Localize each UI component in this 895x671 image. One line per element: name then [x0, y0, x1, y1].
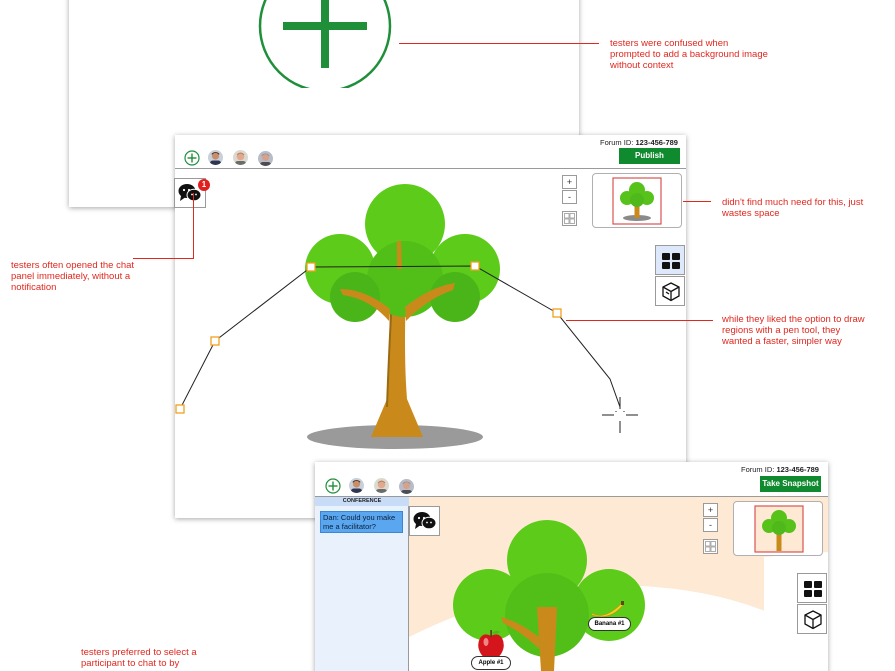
avatar[interactable] [208, 150, 223, 165]
banana-label[interactable]: Banana #1 [588, 617, 631, 631]
layout-tool-button[interactable] [655, 245, 685, 275]
forum-id-label: Forum ID: 123-456-789 [741, 465, 819, 474]
annotation-line [399, 43, 599, 44]
annotation-line [133, 258, 194, 259]
fit-view-icon [705, 541, 716, 552]
grid-layout-icon [662, 253, 680, 269]
annotation-line [683, 201, 711, 202]
forum-id-label: Forum ID: 123-456-789 [600, 138, 678, 147]
take-snapshot-button[interactable]: Take Snapshot [760, 476, 821, 492]
zoom-in-button[interactable]: + [703, 503, 718, 517]
add-participant-icon[interactable] [325, 478, 341, 494]
annotation-line [193, 193, 194, 259]
annotation-line [566, 320, 713, 321]
minimap-tree-thumbnail [754, 505, 804, 553]
layout-tool-button[interactable] [797, 573, 827, 603]
minimap[interactable] [733, 501, 823, 556]
zoom-out-button[interactable]: - [703, 518, 718, 532]
avatar[interactable] [374, 478, 389, 493]
avatar[interactable] [258, 151, 273, 166]
chat-icon [413, 512, 437, 530]
publish-button[interactable]: Publish [619, 148, 680, 164]
object-box-icon [662, 282, 680, 302]
apple-label[interactable]: Apple #1 [471, 656, 511, 670]
avatar[interactable] [399, 479, 414, 494]
annotation-participant-select: testers preferred to select a participan… [81, 647, 197, 669]
add-background-icon[interactable] [257, 0, 393, 88]
annotation-background-image: testers were confused when prompted to a… [610, 38, 768, 71]
annotation-chat-notification: testers often opened the chat panel imme… [11, 260, 135, 293]
fit-view-button[interactable] [703, 539, 718, 554]
chat-message: Dan: Could you make me a facilitator? [320, 511, 403, 533]
object-tool-button[interactable] [797, 604, 827, 634]
forum-id-value: 123-456-789 [635, 138, 678, 147]
banana-icon[interactable] [590, 599, 626, 619]
avatar[interactable] [233, 150, 248, 165]
object-tool-button[interactable] [655, 276, 685, 306]
object-box-icon [804, 610, 822, 630]
forum-id-caption: Forum ID: [600, 138, 634, 147]
avatar[interactable] [349, 478, 364, 493]
annotation-minimap: didn't find much need for this, just was… [722, 197, 864, 219]
forum-id-caption: Forum ID: [741, 465, 775, 474]
conference-header: CONFERENCE [315, 497, 409, 506]
add-participant-icon[interactable] [184, 150, 200, 166]
forum-id-value: 123-456-789 [776, 465, 819, 474]
crosshair-cursor-icon [602, 397, 638, 433]
grid-layout-icon [804, 581, 822, 597]
annotation-pen-tool: while they liked the option to draw regi… [722, 314, 865, 347]
